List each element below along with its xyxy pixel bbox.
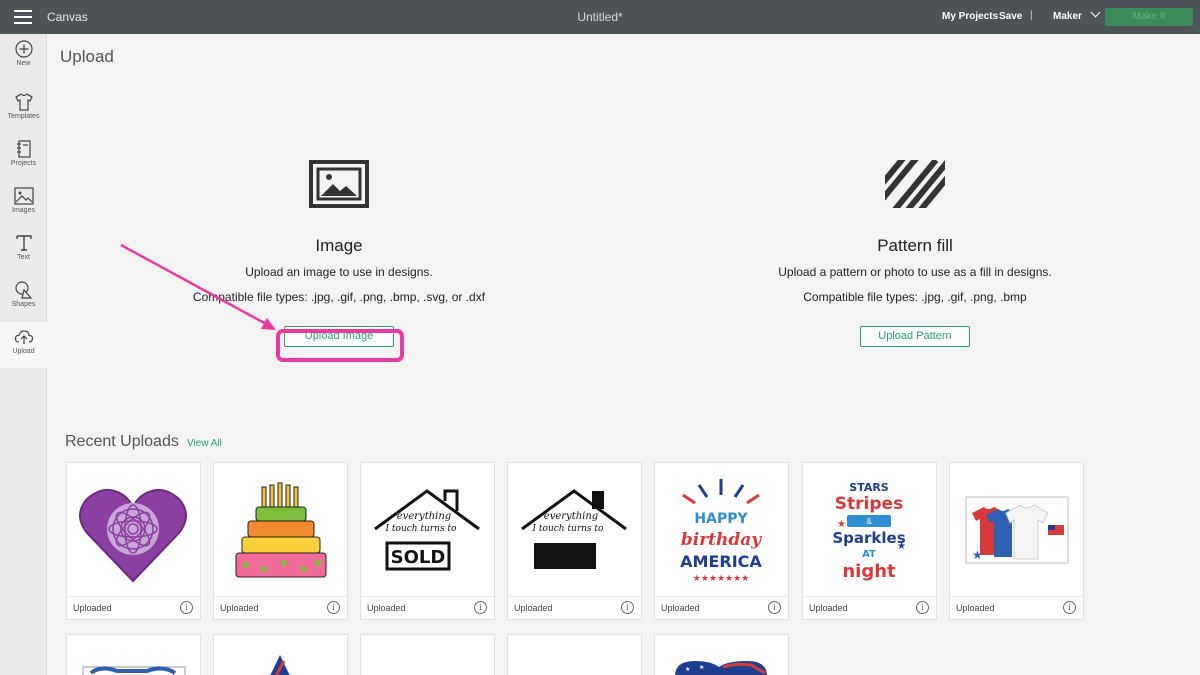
birthday-cake-thumbnail <box>235 482 327 578</box>
chevron-down-icon <box>1090 7 1101 18</box>
info-icon[interactable]: i <box>621 601 634 614</box>
upload-tile[interactable]: everything I touch turns to Uploaded i <box>507 462 642 620</box>
svg-text:★: ★ <box>685 666 690 673</box>
upload-tile[interactable]: STARS Stripes & Sparkles AT night ★ ★ Up… <box>802 462 937 620</box>
purple-mandala-heart-thumbnail <box>79 488 187 583</box>
stars-row: ★★★★★★★ <box>693 573 749 583</box>
tile-footer: Uploaded i <box>508 596 641 619</box>
tile-art-text: night <box>842 561 896 582</box>
upload-tile[interactable]: everything I touch turns to SOLD Uploade… <box>360 462 495 620</box>
house-black-sign-thumbnail: everything I touch turns to <box>521 489 627 569</box>
tile-art-text: & <box>866 517 872 526</box>
pattern-upload-section: Pattern fill Upload a pattern or photo t… <box>665 160 1165 347</box>
tile-art-text: Stripes <box>835 494 903 514</box>
tile-art-text: SOLD <box>391 547 446 568</box>
info-icon[interactable]: i <box>327 601 340 614</box>
tile-label: Uploaded <box>514 603 553 613</box>
tile-art-text: I touch turns to <box>532 524 605 534</box>
tile-art-text: STARS <box>849 481 889 494</box>
upload-tile[interactable]: HAPPY birthday AMERICA ★★★★★★★ Uploaded … <box>654 462 789 620</box>
tile-footer: Uploaded i <box>361 596 494 619</box>
tile-label: Uploaded <box>220 603 259 613</box>
info-icon[interactable]: i <box>916 601 929 614</box>
tile-art-text: AT <box>862 549 876 560</box>
tile-art-text: I touch turns to <box>385 524 458 534</box>
happy-birthday-america-thumbnail: HAPPY birthday AMERICA ★★★★★★★ <box>680 479 762 583</box>
upload-thumbnail <box>82 666 186 675</box>
pointer-arrow <box>120 243 276 330</box>
info-icon[interactable]: i <box>474 601 487 614</box>
tile-label: Uploaded <box>73 603 112 613</box>
info-icon[interactable]: i <box>768 601 781 614</box>
upload-tile[interactable]: ★ ★ <box>654 634 789 675</box>
tile-footer: Uploaded i <box>655 596 788 619</box>
upload-tile[interactable] <box>213 634 348 675</box>
info-icon[interactable]: i <box>1063 601 1076 614</box>
document-title[interactable]: Untitled* <box>577 10 622 24</box>
make-it-button[interactable]: Make It <box>1105 8 1193 26</box>
my-projects-link[interactable]: My Projects <box>942 11 998 22</box>
upload-tile[interactable]: Uploaded i <box>66 462 201 620</box>
upload-tile[interactable]: Uploaded i <box>213 462 348 620</box>
top-separator: | <box>1030 10 1033 21</box>
tile-label: Uploaded <box>956 603 995 613</box>
upload-tile[interactable] <box>66 634 201 675</box>
tile-art-text: everything <box>544 511 598 522</box>
upload-thumbnail <box>270 655 290 675</box>
star-decoration: ★ <box>897 541 906 552</box>
machine-select[interactable]: Maker <box>1053 7 1101 22</box>
stars-stripes-sparkles-thumbnail: STARS Stripes & Sparkles AT night ★ ★ <box>832 481 906 582</box>
upload-thumbnail: ★ ★ <box>675 661 767 675</box>
recent-uploads-title: Recent Uploads <box>65 433 179 450</box>
upload-pattern-button[interactable]: Upload Pattern <box>860 326 970 347</box>
pattern-section-description: Upload a pattern or photo to use as a fi… <box>778 265 1052 279</box>
info-icon[interactable]: i <box>180 601 193 614</box>
image-icon <box>309 160 369 208</box>
tile-art-text: birthday <box>681 530 762 550</box>
tile-art-text: Sparkles <box>832 529 905 547</box>
tile-footer: Uploaded i <box>67 596 200 619</box>
pattern-section-heading: Pattern fill <box>877 236 953 255</box>
machine-label: Maker <box>1053 11 1082 22</box>
upload-tile[interactable] <box>507 634 642 675</box>
tile-label: Uploaded <box>367 603 406 613</box>
tile-footer: Uploaded i <box>803 596 936 619</box>
tile-footer: Uploaded i <box>214 596 347 619</box>
sidebar-item-label: Upload <box>12 348 35 355</box>
star-decoration: ★ <box>837 519 846 530</box>
tile-art-text: AMERICA <box>680 552 762 571</box>
save-link[interactable]: Save <box>999 11 1022 22</box>
star-decoration: ★ <box>972 548 983 562</box>
svg-text:★: ★ <box>699 664 704 671</box>
tile-label: Uploaded <box>661 603 700 613</box>
tile-art-text: everything <box>397 511 451 522</box>
view-all-link[interactable]: View All <box>187 438 222 449</box>
upload-tile[interactable]: ★ Uploaded i <box>949 462 1084 620</box>
tile-footer: Uploaded i <box>950 596 1083 619</box>
house-sold-sign-thumbnail: everything I touch turns to SOLD <box>374 489 480 571</box>
pattern-file-types: Compatible file types: .jpg, .gif, .png,… <box>803 290 1027 304</box>
tile-label: Uploaded <box>809 603 848 613</box>
tile-art-text: HAPPY <box>694 511 748 527</box>
diagonal-stripes-icon <box>885 160 945 208</box>
upload-tile[interactable] <box>360 634 495 675</box>
tshirt-mockup-thumbnail: ★ <box>965 496 1069 564</box>
